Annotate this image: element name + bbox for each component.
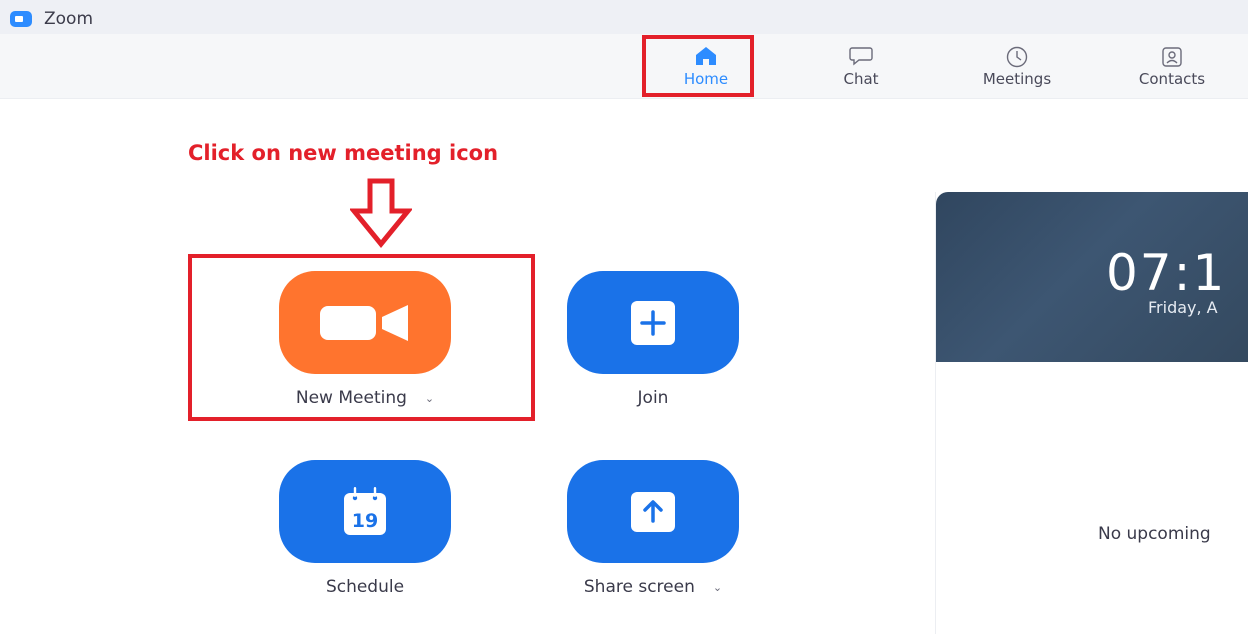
tab-meetings-label: Meetings [982, 70, 1052, 88]
tab-home[interactable]: Home [651, 34, 761, 98]
annotation-instruction: Click on new meeting icon [188, 141, 499, 165]
clock-time: 07:1 [1106, 244, 1227, 302]
new-meeting-button[interactable] [279, 271, 451, 374]
new-meeting-label-text: New Meeting [295, 388, 407, 408]
title-bar: Zoom [0, 0, 1248, 34]
down-arrow-icon [350, 178, 412, 248]
share-screen-label-text: Share screen [583, 577, 695, 597]
no-upcoming-meetings-text: No upcoming [1098, 524, 1211, 544]
chat-bubble-icon [849, 47, 873, 66]
tab-contacts[interactable]: Contacts [1117, 34, 1227, 98]
top-navigation: Home Chat Meetings Contacts [0, 34, 1248, 99]
zoom-camera-icon [10, 11, 32, 27]
video-camera-icon [320, 304, 408, 341]
chevron-down-icon[interactable]: ⌄ [713, 581, 722, 594]
tab-meetings[interactable]: Meetings [962, 34, 1072, 98]
tab-home-label: Home [683, 70, 729, 88]
share-screen-button[interactable] [567, 460, 739, 563]
schedule-button[interactable]: 19 [279, 460, 451, 563]
tab-chat-label: Chat [843, 70, 879, 88]
clock-card: 07:1 Friday, A [936, 192, 1248, 362]
schedule-label: Schedule [325, 577, 405, 597]
calendar-day-number: 19 [352, 510, 378, 532]
join-button[interactable] [567, 271, 739, 374]
tab-chat[interactable]: Chat [806, 34, 916, 98]
share-screen-label: Share screen ⌄ [553, 577, 753, 597]
schedule-action: 19 Schedule [265, 460, 465, 597]
window-title: Zoom [44, 9, 94, 29]
zoom-window: Zoom Home Chat Meetings Contacts Click o… [0, 0, 1248, 634]
clock-date: Friday, A [1148, 298, 1218, 317]
upcoming-panel: 07:1 Friday, A No upcoming [935, 192, 1248, 634]
tab-contacts-label: Contacts [1138, 70, 1206, 88]
home-icon [696, 47, 716, 65]
new-meeting-action: New Meeting ⌄ [265, 271, 465, 408]
contact-card-icon [1162, 47, 1182, 67]
join-action: Join [553, 271, 753, 408]
plus-icon [631, 300, 675, 345]
chevron-down-icon[interactable]: ⌄ [425, 392, 434, 405]
upload-arrow-icon [631, 491, 675, 532]
share-screen-action: Share screen ⌄ [553, 460, 753, 597]
join-label: Join [637, 388, 669, 408]
calendar-icon: 19 [344, 486, 386, 535]
new-meeting-label: New Meeting ⌄ [265, 388, 465, 408]
clock-icon [1006, 46, 1028, 68]
